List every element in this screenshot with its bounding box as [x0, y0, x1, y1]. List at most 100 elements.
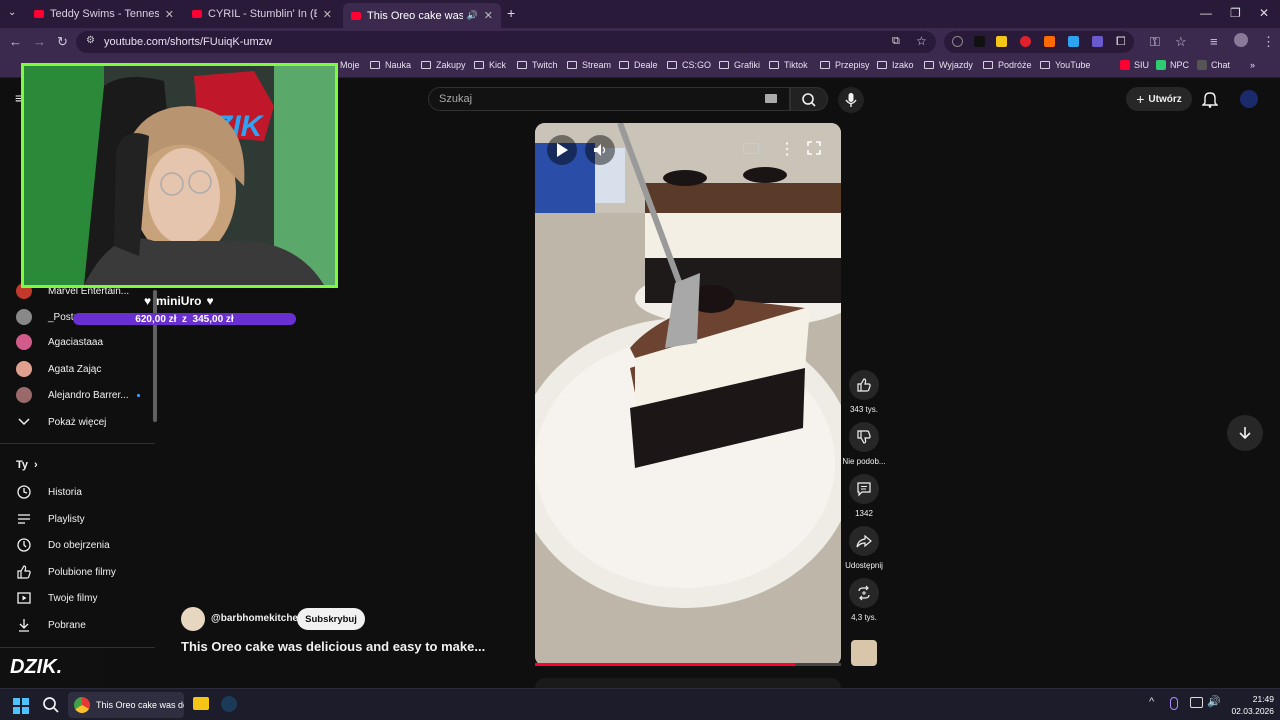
subscription-agaciastaaa[interactable]: Agaciastaaa: [16, 334, 103, 350]
captions-icon[interactable]: [743, 143, 759, 154]
create-button[interactable]: + Utwórz: [1126, 87, 1192, 111]
fullscreen-icon[interactable]: [807, 141, 821, 160]
extension-blue-icon[interactable]: [1068, 36, 1079, 47]
close-tab-icon[interactable]: ✕: [484, 9, 493, 22]
network-icon[interactable]: [1190, 697, 1203, 708]
extension-circle-icon[interactable]: [952, 36, 963, 47]
taskbar-chrome-button[interactable]: This Oreo cake was deli: [68, 692, 184, 718]
dislike-button[interactable]: [849, 422, 879, 452]
subscription-postu[interactable]: _Postu: [16, 309, 79, 325]
password-key-icon[interactable]: ⚿: [1150, 34, 1160, 50]
bookmark-wyjazdy[interactable]: Wyjazdy: [924, 60, 973, 70]
bookmark-npc[interactable]: NPC: [1156, 60, 1189, 70]
reading-list-icon[interactable]: ≡: [1210, 34, 1218, 49]
profile-avatar[interactable]: [1234, 33, 1248, 47]
search-input[interactable]: Szukaj: [428, 87, 790, 111]
keyboard-icon[interactable]: [765, 94, 777, 103]
bookmark-youtube[interactable]: YouTube: [1040, 60, 1090, 70]
extensions-puzzle-icon[interactable]: ⧠: [1116, 34, 1126, 49]
bookmark-kick[interactable]: Kick: [474, 60, 506, 70]
more-bookmarks-icon[interactable]: »: [1250, 60, 1255, 70]
restore-icon[interactable]: ❐: [1230, 6, 1241, 20]
more-options-icon[interactable]: ⋮: [779, 139, 795, 159]
volume-button[interactable]: [585, 135, 615, 165]
sidebar-item-watch-later[interactable]: Do obejrzenia: [16, 537, 110, 553]
play-button[interactable]: [547, 135, 577, 165]
bookmark-podroze[interactable]: Podróże: [983, 60, 1032, 70]
new-tab-button[interactable]: +: [507, 5, 515, 21]
subscribe-button[interactable]: Subskrybuj: [297, 608, 365, 630]
audio-playing-icon[interactable]: 🔊: [467, 10, 478, 21]
show-more-button[interactable]: Pokaż więcej: [16, 414, 106, 430]
bookmark-deale[interactable]: Deale: [619, 60, 658, 70]
share-button[interactable]: [849, 526, 879, 556]
shorts-video-player[interactable]: ⋮: [535, 123, 841, 666]
windows-start-icon[interactable]: [13, 698, 29, 714]
cast-icon[interactable]: ⧉: [892, 35, 900, 48]
taskbar-search-icon[interactable]: [42, 696, 60, 719]
favorites-icon[interactable]: ☆: [1175, 34, 1187, 50]
notifications-bell-icon[interactable]: [1201, 90, 1219, 113]
short-title[interactable]: This Oreo cake was delicious and easy to…: [181, 639, 485, 654]
next-short-button[interactable]: [1227, 415, 1263, 451]
bookmark-nauka[interactable]: Nauka: [370, 60, 411, 70]
account-avatar[interactable]: [1240, 90, 1258, 108]
tab-cyril[interactable]: CYRIL - Stumblin' In (Extended ✕: [184, 3, 340, 25]
tab-oreo-cake[interactable]: This Oreo cake was deliciou 🔊 ✕: [343, 3, 501, 28]
bookmark-grafiki[interactable]: Grafiki: [719, 60, 760, 70]
bookmark-izako[interactable]: Izako: [877, 60, 914, 70]
menu-icon[interactable]: ⋮: [1262, 34, 1275, 50]
bookmark-moje[interactable]: Moje: [340, 60, 360, 70]
microphone-in-use-icon[interactable]: [1170, 697, 1178, 710]
sound-source-thumbnail[interactable]: [851, 640, 877, 666]
subscription-alejandro[interactable]: Alejandro Barrer...: [16, 387, 140, 403]
forward-icon[interactable]: →: [33, 34, 46, 49]
sidebar-item-history[interactable]: Historia: [16, 484, 82, 500]
tab-list-icon[interactable]: ⌄: [8, 7, 16, 18]
site-info-icon[interactable]: ⚙: [86, 35, 95, 46]
extension-fire-icon[interactable]: [1044, 36, 1055, 47]
tray-chevron-up-icon[interactable]: ^: [1149, 696, 1154, 708]
bookmark-siu[interactable]: SIU: [1120, 60, 1149, 70]
channel-handle[interactable]: @barbhomekitchen: [211, 613, 304, 624]
extension-twitch-icon[interactable]: [974, 36, 985, 47]
voice-search-button[interactable]: [838, 87, 864, 113]
channel-avatar[interactable]: [181, 607, 205, 631]
video-progress-bar[interactable]: [535, 663, 841, 666]
comments-button[interactable]: [849, 474, 879, 504]
url-text[interactable]: youtube.com/shorts/FUuiqK-umzw: [104, 36, 272, 48]
like-button[interactable]: [849, 370, 879, 400]
extension-shield-icon[interactable]: [1092, 36, 1103, 47]
minimize-icon[interactable]: —: [1200, 6, 1212, 20]
sidebar-item-your-videos[interactable]: Twoje filmy: [16, 590, 97, 606]
sidebar-scrollbar[interactable]: [153, 290, 157, 422]
sidebar-item-liked-videos[interactable]: Polubione filmy: [16, 564, 116, 580]
next-short-preview[interactable]: [535, 678, 841, 688]
tab-teddy-swims[interactable]: Teddy Swims - Tennessee Whis ✕: [26, 3, 182, 25]
back-icon[interactable]: ←: [9, 34, 22, 49]
bookmark-tiktok[interactable]: Tiktok: [769, 60, 808, 70]
speaker-icon[interactable]: 🔊: [1207, 695, 1221, 708]
steam-icon[interactable]: [221, 696, 237, 712]
close-window-icon[interactable]: ✕: [1259, 6, 1269, 20]
search-button[interactable]: [790, 87, 828, 111]
you-section-header[interactable]: Ty ›: [16, 459, 38, 471]
extension-red-icon[interactable]: [1020, 36, 1031, 47]
bookmark-stream[interactable]: Stream: [567, 60, 611, 70]
file-explorer-icon[interactable]: [193, 697, 209, 710]
bookmark-zakupy[interactable]: Zakupy: [421, 60, 466, 70]
extension-w-icon[interactable]: [996, 36, 1007, 47]
bookmark-przepisy[interactable]: Przepisy: [820, 60, 870, 70]
system-clock[interactable]: 21:49 02.03.2026: [1224, 693, 1274, 717]
sidebar-item-playlists[interactable]: Playlisty: [16, 511, 85, 527]
reload-icon[interactable]: ↻: [57, 34, 68, 50]
bookmark-star-icon[interactable]: ☆: [916, 34, 927, 48]
close-tab-icon[interactable]: ✕: [165, 8, 174, 21]
remix-button[interactable]: [849, 578, 879, 608]
sidebar-item-downloads[interactable]: Pobrane: [16, 617, 86, 633]
address-bar[interactable]: ⚙ youtube.com/shorts/FUuiqK-umzw ⧉ ☆: [76, 31, 936, 53]
bookmark-csgo[interactable]: CS:GO: [667, 60, 711, 70]
subscription-agata-zajac[interactable]: Agata Zając: [16, 361, 101, 377]
close-tab-icon[interactable]: ✕: [323, 8, 332, 21]
bookmark-twitch[interactable]: Twitch: [517, 60, 558, 70]
